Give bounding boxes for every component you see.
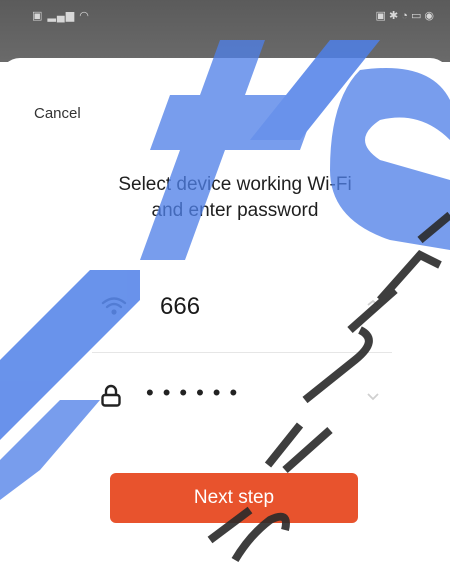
lock-icon (100, 384, 122, 408)
next-step-button[interactable]: Next step (110, 473, 358, 523)
dialog-title: Select device working Wi-Fi and enter pa… (0, 172, 450, 224)
status-icons-left: ▣ ▂▄▆ ◠ (32, 10, 90, 22)
status-icons-right: ▣ ✱ ◔ ▭ ◉ (375, 10, 434, 22)
title-line-1: Select device working Wi-Fi (118, 174, 352, 195)
title-line-2: and enter password (151, 200, 319, 221)
wifi-select-icon[interactable] (364, 298, 382, 316)
field-divider (92, 352, 392, 353)
wifi-ssid-field[interactable]: 666 (160, 293, 200, 321)
chevron-down-icon[interactable] (364, 388, 382, 406)
password-row[interactable]: •••••• (92, 376, 392, 416)
cancel-button[interactable]: Cancel (34, 105, 81, 122)
password-field[interactable]: •••••• (146, 380, 246, 406)
wifi-network-row[interactable]: 666 (92, 288, 392, 328)
status-bar: ▣ ▂▄▆ ◠ ▣ ✱ ◔ ▭ ◉ (0, 0, 450, 62)
wifi-icon (100, 294, 128, 318)
